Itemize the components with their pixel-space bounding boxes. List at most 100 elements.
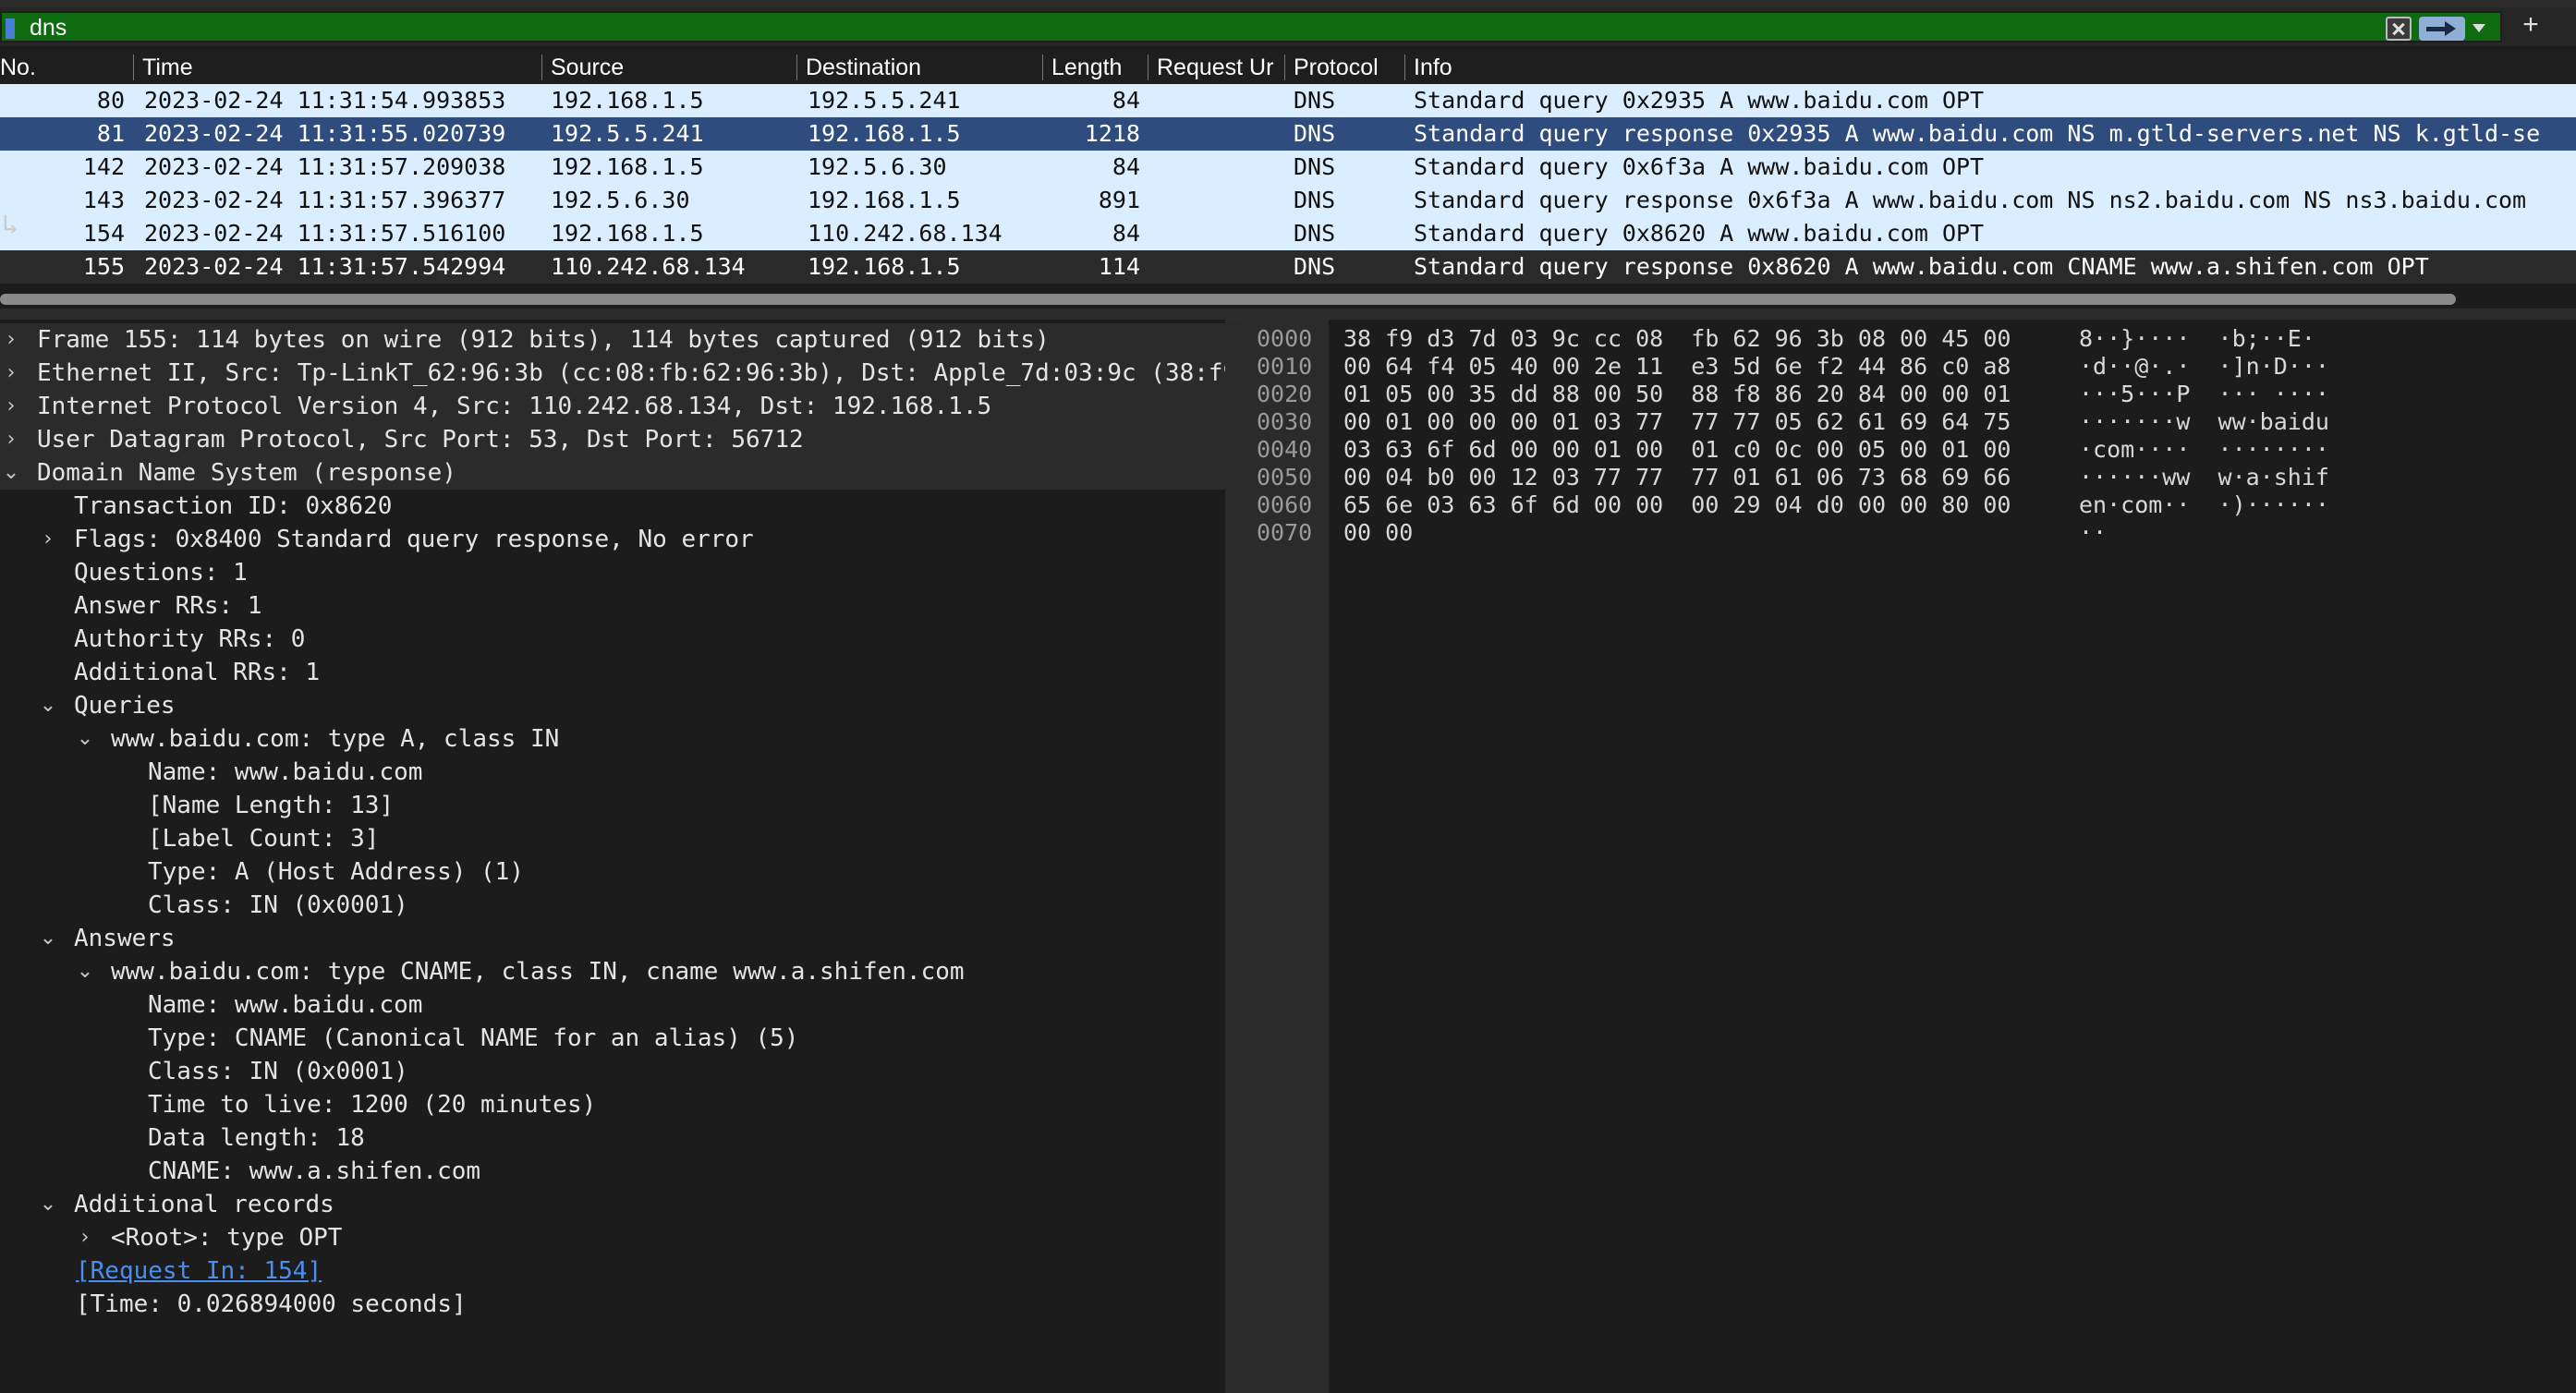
column-header-protocol[interactable]: Protocol <box>1294 55 1379 81</box>
tree-item[interactable]: Transaction ID: 0x8620 <box>0 490 1225 523</box>
tree-item-label: Transaction ID: 0x8620 <box>74 492 393 520</box>
column-separator[interactable] <box>1404 55 1405 80</box>
tree-item[interactable]: CNAME: www.a.shifen.com <box>0 1155 1225 1188</box>
tree-item[interactable]: Answer RRs: 1 <box>0 589 1225 623</box>
tree-item-label: Type: A (Host Address) (1) <box>148 858 524 886</box>
chevron-down-icon[interactable]: ⌄ <box>39 1188 57 1221</box>
scrollbar-thumb[interactable] <box>0 294 2456 305</box>
chevron-right-icon[interactable]: › <box>39 523 57 556</box>
column-separator[interactable] <box>133 55 134 80</box>
chevron-down-icon[interactable]: ⌄ <box>39 689 57 722</box>
hex-bytes: 00 01 00 00 00 01 03 77 77 77 05 62 61 6… <box>1343 408 2011 435</box>
tree-item-label: Class: IN (0x0001) <box>148 891 408 919</box>
tree-item-ethernet[interactable]: › Ethernet II, Src: Tp-LinkT_62:96:3b (cc… <box>0 357 1225 390</box>
column-separator[interactable] <box>1284 55 1285 80</box>
tree-item[interactable]: [Name Length: 13] <box>0 789 1225 822</box>
column-separator[interactable] <box>796 55 797 80</box>
chevron-right-icon[interactable]: › <box>76 1221 94 1254</box>
hex-bytes: 01 05 00 35 dd 88 00 50 88 f8 86 20 84 0… <box>1343 381 2011 407</box>
chevron-right-icon[interactable]: › <box>2 390 20 423</box>
display-filter-input[interactable]: dns <box>0 11 2502 42</box>
packet-info: Standard query 0x2935 A www.baidu.com OP… <box>1414 87 1985 114</box>
column-header-info[interactable]: Info <box>1414 55 1452 81</box>
packet-row-selected[interactable]: 155 2023-02-24 11:31:57.542994 110.242.6… <box>0 250 2576 284</box>
tree-item[interactable]: Type: CNAME (Canonical NAME for an alias… <box>0 1022 1225 1055</box>
hex-offset: 0010 <box>1257 353 1313 380</box>
chevron-down-icon[interactable]: ⌄ <box>39 922 57 955</box>
packet-destination: 192.168.1.5 <box>808 253 961 280</box>
hex-ascii: ···5···P ··· ···· <box>2079 381 2329 407</box>
pane-splitter[interactable] <box>0 309 2576 320</box>
tree-item-label: www.baidu.com: type CNAME, class IN, cna… <box>111 958 965 986</box>
packet-row[interactable]: 143 2023-02-24 11:31:57.396377 192.5.6.3… <box>0 184 2576 217</box>
packet-row[interactable]: 142 2023-02-24 11:31:57.209038 192.168.1… <box>0 151 2576 184</box>
tree-item[interactable]: Authority RRs: 0 <box>0 623 1225 656</box>
bookmark-icon[interactable] <box>6 18 15 39</box>
packet-protocol: DNS <box>1294 253 1336 280</box>
tree-item-frame[interactable]: › Frame 155: 114 bytes on wire (912 bits)… <box>0 323 1225 357</box>
tree-item-label: www.baidu.com: type A, class IN <box>111 725 560 753</box>
packet-row[interactable]: 80 2023-02-24 11:31:54.993853 192.168.1.… <box>0 84 2576 117</box>
hex-offset: 0040 <box>1257 436 1313 463</box>
packet-time: 2023-02-24 11:31:57.516100 <box>144 220 506 247</box>
hex-ascii: en·com·· ·)······ <box>2079 491 2329 518</box>
tree-item-opt[interactable]: › <Root>: type OPT <box>0 1221 1225 1254</box>
column-header-no[interactable]: No. <box>0 55 36 81</box>
packet-list-horizontal-scrollbar[interactable] <box>0 288 2576 309</box>
chevron-down-icon[interactable]: ⌄ <box>76 955 94 988</box>
tree-item-udp[interactable]: › User Datagram Protocol, Src Port: 53, D… <box>0 423 1225 456</box>
packet-source: 192.168.1.5 <box>551 153 704 180</box>
tree-item-query[interactable]: ⌄ www.baidu.com: type A, class IN <box>0 722 1225 756</box>
tree-item-flags[interactable]: › Flags: 0x8400 Standard query response, … <box>0 523 1225 556</box>
tree-item[interactable]: Data length: 18 <box>0 1121 1225 1155</box>
tree-item-dns[interactable]: ⌄ Domain Name System (response) <box>0 456 1225 490</box>
column-separator[interactable] <box>1042 55 1043 80</box>
tree-item-label: Ethernet II, Src: Tp-LinkT_62:96:3b (cc:… <box>37 359 1225 387</box>
tree-item-additional-records[interactable]: ⌄ Additional records <box>0 1188 1225 1221</box>
vertical-pane-splitter[interactable] <box>1225 320 1242 1393</box>
packet-destination: 192.5.5.241 <box>808 87 961 114</box>
tree-item[interactable]: Class: IN (0x0001) <box>0 1055 1225 1088</box>
packet-list-header: No. Time Source Destination Length Reque… <box>0 51 2576 84</box>
tree-item-label: User Datagram Protocol, Src Port: 53, Ds… <box>37 426 804 454</box>
clear-filter-icon[interactable] <box>2386 17 2412 41</box>
chevron-right-icon[interactable]: › <box>2 357 20 390</box>
packet-row[interactable]: 81 2023-02-24 11:31:55.020739 192.5.5.24… <box>0 117 2576 151</box>
packet-time: 2023-02-24 11:31:57.542994 <box>144 253 506 280</box>
tree-item-label: [Label Count: 3] <box>148 825 380 853</box>
column-separator[interactable] <box>541 55 542 80</box>
tree-item[interactable]: Class: IN (0x0001) <box>0 889 1225 922</box>
tree-item-label: Additional records <box>74 1191 334 1218</box>
hex-bytes: 65 6e 03 63 6f 6d 00 00 00 29 04 d0 00 0… <box>1343 491 2011 518</box>
tree-item-link[interactable]: [Request In: 154] <box>76 1254 322 1288</box>
tree-item-answer[interactable]: ⌄ www.baidu.com: type CNAME, class IN, cn… <box>0 955 1225 988</box>
chevron-right-icon[interactable]: › <box>2 323 20 357</box>
tree-item-ipv4[interactable]: › Internet Protocol Version 4, Src: 110.2… <box>0 390 1225 423</box>
column-header-time[interactable]: Time <box>142 55 193 81</box>
column-header-source[interactable]: Source <box>551 55 624 81</box>
tree-item[interactable]: [Label Count: 3] <box>0 822 1225 855</box>
column-header-length[interactable]: Length <box>1051 55 1122 81</box>
tree-item[interactable]: Questions: 1 <box>0 556 1225 589</box>
tree-item[interactable]: Type: A (Host Address) (1) <box>0 855 1225 889</box>
filter-history-dropdown-icon[interactable] <box>2473 24 2485 32</box>
column-header-request-uri[interactable]: Request Ur <box>1157 55 1281 81</box>
packet-no: 143 <box>82 187 125 213</box>
tree-item[interactable]: Time to live: 1200 (20 minutes) <box>0 1088 1225 1121</box>
tree-item[interactable]: [Time: 0.026894000 seconds] <box>0 1288 1225 1321</box>
tree-item[interactable]: Additional RRs: 1 <box>0 656 1225 689</box>
add-filter-button-plus-icon[interactable]: + <box>2517 11 2545 42</box>
chevron-down-icon[interactable]: ⌄ <box>76 722 94 756</box>
tree-item[interactable]: Name: www.baidu.com <box>0 988 1225 1022</box>
request-in-link[interactable]: [Request In: 154] <box>0 1254 1225 1288</box>
apply-filter-arrow-icon[interactable] <box>2419 17 2465 41</box>
column-header-destination[interactable]: Destination <box>806 55 921 81</box>
tree-item[interactable]: Name: www.baidu.com <box>0 756 1225 789</box>
chevron-down-icon[interactable]: ⌄ <box>2 456 20 490</box>
chevron-right-icon[interactable]: › <box>2 423 20 456</box>
tree-item-answers[interactable]: ⌄ Answers <box>0 922 1225 955</box>
packet-row[interactable]: 154 2023-02-24 11:31:57.516100 192.168.1… <box>0 217 2576 250</box>
hex-bytes: 00 00 <box>1343 519 1414 546</box>
tree-item-queries[interactable]: ⌄ Queries <box>0 689 1225 722</box>
packet-protocol: DNS <box>1294 153 1336 180</box>
